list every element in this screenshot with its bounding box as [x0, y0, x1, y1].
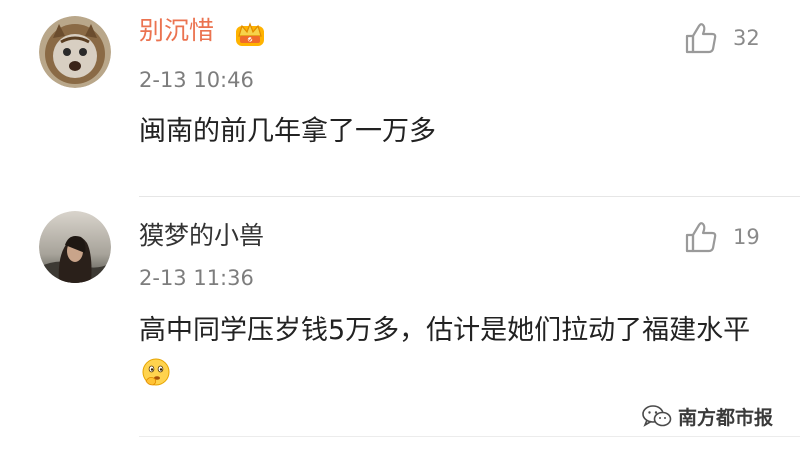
like-button[interactable]: 19	[683, 217, 783, 257]
like-button[interactable]: 32	[683, 18, 783, 58]
thumbs-up-icon	[685, 23, 717, 54]
girl-photo-avatar-icon	[39, 211, 111, 283]
timestamp: 2-13 11:36	[139, 266, 254, 290]
username[interactable]: 别沉惜	[139, 16, 214, 46]
comment-text: 高中同学压岁钱5万多，估计是她们拉动了福建水平	[139, 309, 779, 395]
thinking-emoji-icon	[142, 358, 170, 386]
cat-lion-avatar-icon	[39, 16, 111, 88]
comment-divider	[139, 436, 800, 437]
crown-badge-icon[interactable]	[233, 16, 267, 48]
avatar[interactable]	[39, 211, 111, 283]
comment-text-content: 高中同学压岁钱5万多，估计是她们拉动了福建水平	[139, 315, 751, 346]
like-count: 32	[733, 26, 760, 50]
avatar[interactable]	[39, 16, 111, 88]
comment-text: 闽南的前几年拿了一万多	[139, 116, 436, 147]
thumbs-up-icon	[685, 222, 717, 253]
username[interactable]: 獏梦的小兽	[139, 221, 264, 251]
wechat-icon	[642, 405, 672, 427]
timestamp: 2-13 10:46	[139, 68, 254, 92]
like-count: 19	[733, 225, 760, 249]
watermark: 南方都市报	[642, 401, 773, 431]
comment-item: 别沉惜 2-13 10:46 闽南的前几年拿了一万多 32	[0, 0, 800, 196]
watermark-text: 南方都市报	[678, 406, 774, 429]
